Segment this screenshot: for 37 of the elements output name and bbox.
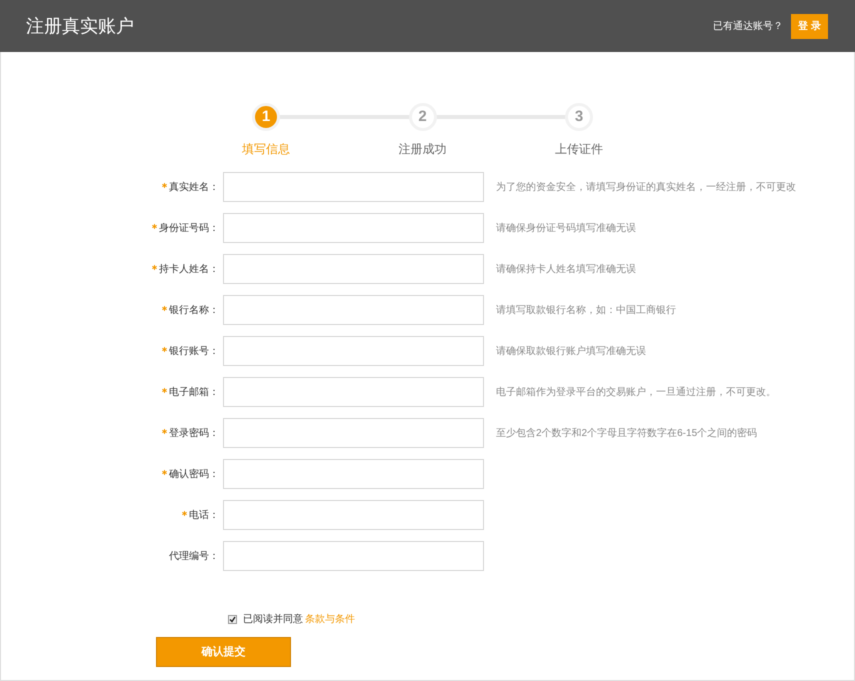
input-field[interactable] bbox=[223, 500, 484, 530]
field-hint: 为了您的资金安全，请填写身份证的真实姓名，一经注册，不可更改 bbox=[496, 180, 796, 194]
field-label: 电子邮箱： bbox=[169, 386, 219, 400]
field-label: 银行账号： bbox=[169, 344, 219, 358]
step-label: 上传证件 bbox=[554, 141, 604, 158]
field-hint: 至少包含2个数字和2个字母且字符数字在6-15个之间的密码 bbox=[496, 426, 758, 440]
field-hint: 请确保取款银行账户填写准确无误 bbox=[496, 344, 646, 358]
checkbox[interactable] bbox=[228, 615, 237, 624]
input-field[interactable] bbox=[223, 172, 484, 202]
input-field[interactable] bbox=[223, 336, 484, 366]
step-label: 填写信息 bbox=[241, 141, 291, 158]
field-label: 持卡人姓名： bbox=[159, 262, 219, 276]
field-label: 确认密码： bbox=[169, 468, 219, 482]
input-field[interactable] bbox=[223, 541, 484, 571]
field-hint: 请填写取款银行名称，如：中国工商银行 bbox=[496, 304, 676, 318]
field-hint: 请确保身份证号码填写准确无误 bbox=[496, 222, 636, 236]
field-label: 银行名称： bbox=[169, 304, 219, 318]
input-field[interactable] bbox=[223, 418, 484, 448]
input-field[interactable] bbox=[223, 254, 484, 284]
agreement-text: 已阅读并同意 bbox=[243, 612, 303, 627]
input-field[interactable] bbox=[223, 295, 484, 325]
submit-button[interactable]: 确认提交 bbox=[156, 637, 291, 667]
terms-link[interactable]: 条款与条件 bbox=[305, 612, 355, 627]
field-label: 电话： bbox=[189, 508, 219, 522]
page-title: 注册真实账户 bbox=[26, 14, 134, 38]
field-label: 代理编号： bbox=[169, 550, 219, 564]
field-label: 登录密码： bbox=[169, 426, 219, 440]
input-field[interactable] bbox=[223, 377, 484, 407]
input-field[interactable] bbox=[223, 459, 484, 489]
field-label: 真实姓名： bbox=[169, 180, 219, 194]
field-hint: 请确保持卡人姓名填写准确无误 bbox=[496, 262, 636, 276]
step-label: 注册成功 bbox=[398, 141, 448, 158]
input-field[interactable] bbox=[223, 213, 484, 243]
field-hint: 电子邮箱作为登录平台的交易账户，一旦通过注册，不可更改。 bbox=[496, 386, 776, 400]
login-button[interactable]: 登 录 bbox=[791, 14, 828, 38]
login-prompt: 已有通达账号？ bbox=[713, 20, 783, 34]
field-label: 身份证号码： bbox=[159, 222, 219, 236]
